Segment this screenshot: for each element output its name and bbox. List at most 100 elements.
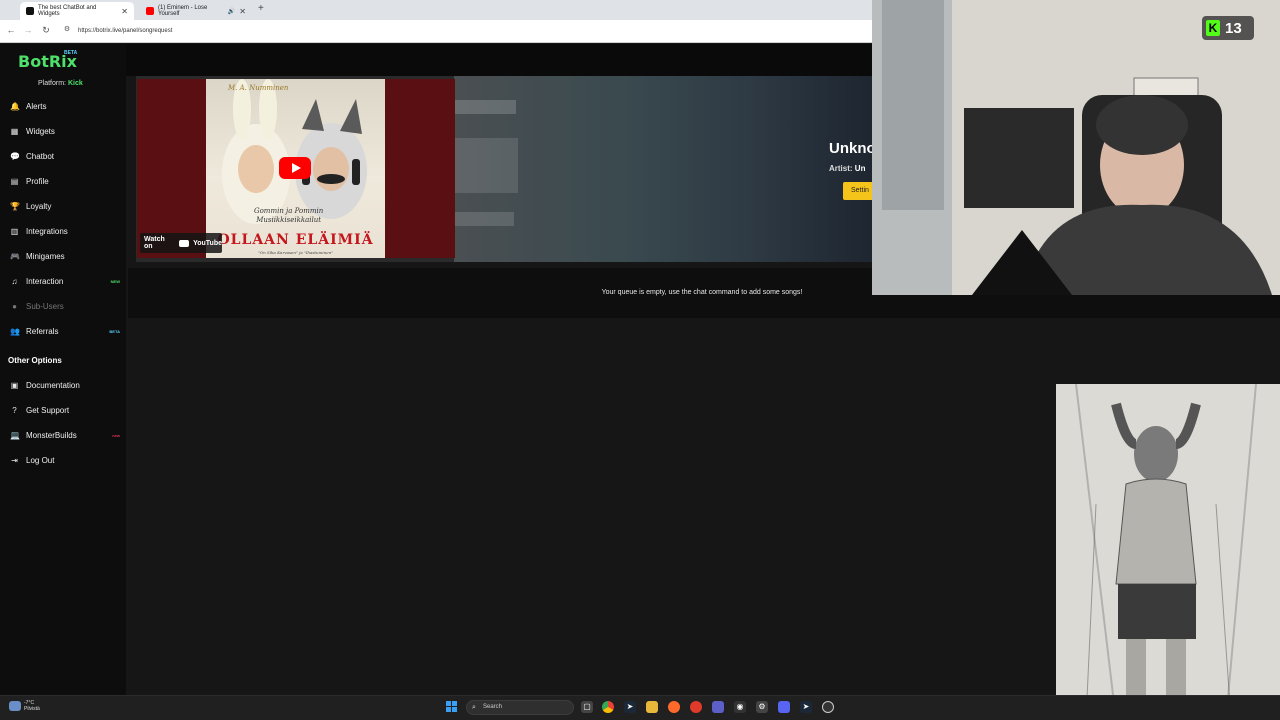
users-icon: 👥 bbox=[10, 326, 20, 336]
url-input[interactable]: https://botrix.live/panel/songrequest bbox=[74, 25, 864, 38]
artist-value: Un bbox=[854, 164, 866, 173]
sidebar-item-label: Alerts bbox=[26, 101, 47, 111]
sidebar-item-referrals[interactable]: 👥 Referrals BETA bbox=[10, 324, 120, 338]
question-icon: ? bbox=[12, 405, 17, 415]
bell-icon: 🔔 bbox=[10, 101, 20, 111]
artist-label: Artist: bbox=[829, 164, 853, 173]
firefox-icon[interactable] bbox=[668, 701, 680, 713]
sidebar-item-integrations[interactable]: ▥ Integrations bbox=[10, 224, 120, 238]
discord-icon[interactable] bbox=[778, 701, 790, 713]
viewer-count: 13 bbox=[1225, 19, 1242, 37]
sidebar-item-monsterbuilds[interactable]: 💻 MonsterBuilds new bbox=[10, 428, 120, 442]
trophy-icon: 🏆 bbox=[10, 201, 20, 211]
sidebar-item-get-support[interactable]: ? Get Support bbox=[10, 403, 120, 417]
youtube-play-icon[interactable] bbox=[279, 157, 311, 179]
brave-icon[interactable] bbox=[690, 701, 702, 713]
logout-icon: ⇥ bbox=[11, 455, 18, 465]
teams-icon[interactable] bbox=[712, 701, 724, 713]
obs-icon[interactable]: ◉ bbox=[734, 701, 746, 713]
pencil-sketch-illustration bbox=[1056, 384, 1280, 720]
gamepad-icon: 🎮 bbox=[10, 251, 20, 261]
album-subtitle-line: Gommin ja Pommin bbox=[254, 207, 324, 215]
taskbar-search-box[interactable]: ⌕ Search bbox=[466, 700, 574, 715]
grid-icon: ▦ bbox=[10, 126, 19, 136]
windows-start-icon[interactable] bbox=[446, 701, 458, 713]
weather-icon[interactable] bbox=[9, 701, 21, 711]
new-tab-icon[interactable]: + bbox=[258, 3, 264, 14]
album-art-blur-background bbox=[454, 76, 872, 262]
settings-gear-icon[interactable]: ⚙ bbox=[756, 701, 768, 713]
browser-tab-youtube[interactable]: (1) Eminem - Lose Yourself 🔊 ✕ bbox=[140, 2, 252, 20]
profile-card-icon: ▤ bbox=[10, 176, 19, 186]
close-icon[interactable]: ✕ bbox=[239, 7, 246, 16]
webcam-feed-image bbox=[872, 0, 1280, 295]
sidebar-item-label: Minigames bbox=[26, 251, 65, 261]
sidebar-item-loyalty[interactable]: 🏆 Loyalty bbox=[10, 199, 120, 213]
sidebar-item-label: Interaction bbox=[26, 276, 64, 286]
chat-icon: 💬 bbox=[10, 151, 20, 161]
reload-icon[interactable]: ↻ bbox=[40, 25, 52, 36]
back-arrow-icon[interactable]: ← bbox=[5, 25, 17, 35]
site-info-icon[interactable]: ⚙ bbox=[61, 25, 73, 33]
steam-secondary-icon[interactable]: ➤ bbox=[800, 701, 812, 713]
app-icon[interactable] bbox=[822, 701, 834, 713]
sidebar-item-label: Chatbot bbox=[26, 151, 55, 161]
weather-widget[interactable]: -7°C Pilvistä bbox=[24, 700, 40, 712]
sidebar-item-sub-users[interactable]: ● Sub-Users bbox=[10, 299, 120, 313]
search-placeholder: Search bbox=[483, 704, 503, 710]
chrome-icon[interactable] bbox=[602, 701, 614, 713]
album-artist-text: M. A. Numminen bbox=[228, 84, 289, 92]
platform-indicator: Platform: Kick bbox=[38, 80, 83, 87]
book-icon: ▣ bbox=[10, 380, 19, 390]
windows-taskbar bbox=[0, 695, 1280, 720]
person-icon: ● bbox=[12, 301, 17, 311]
viewer-count-badge: K 13 bbox=[1202, 16, 1254, 40]
steam-icon[interactable]: ➤ bbox=[624, 701, 636, 713]
folder-icon[interactable] bbox=[646, 701, 658, 713]
sidebar-item-chatbot[interactable]: 💬 Chatbot bbox=[10, 149, 120, 163]
sketch-overlay-image bbox=[1056, 384, 1280, 720]
sidebar-item-widgets[interactable]: ▦ Widgets bbox=[10, 124, 120, 138]
sidebar-item-log-out[interactable]: ⇥ Log Out bbox=[10, 453, 120, 467]
sidebar-badge: new bbox=[112, 432, 120, 438]
watch-on-youtube-button[interactable]: Watch on YouTube bbox=[140, 233, 222, 253]
tab-title: (1) Eminem - Lose Yourself bbox=[158, 5, 208, 17]
weather-description: Pilvistä bbox=[24, 706, 40, 712]
sidebar-item-interaction[interactable]: ♫ Interaction NEW bbox=[10, 274, 121, 288]
tab-title: The best ChatBot and Widgets bbox=[38, 5, 97, 17]
close-icon[interactable]: ✕ bbox=[121, 7, 128, 16]
song-title: Unkno bbox=[829, 140, 876, 157]
beta-badge: BETA bbox=[64, 50, 78, 56]
browser-tab-botrix[interactable]: The best ChatBot and Widgets ✕ bbox=[20, 2, 134, 20]
watch-on-label: Watch on bbox=[144, 236, 165, 250]
sidebar-item-label: Sub-Users bbox=[26, 301, 64, 311]
sidebar-badge: NEW bbox=[110, 278, 120, 284]
sidebar-item-label: Profile bbox=[26, 176, 49, 186]
album-title-text: OLLAAN ELÄIMIÄ bbox=[217, 232, 374, 248]
laptop-icon: 💻 bbox=[10, 430, 20, 440]
sidebar-item-minigames[interactable]: 🎮 Minigames bbox=[10, 249, 120, 263]
layers-icon: ▥ bbox=[10, 226, 19, 236]
platform-value: Kick bbox=[67, 80, 83, 87]
kick-icon: K bbox=[1206, 20, 1220, 36]
search-icon: ⌕ bbox=[472, 704, 476, 711]
sidebar-item-label: Integrations bbox=[26, 226, 68, 236]
album-subtitle: Gommin ja Pommin Musiikkiseikkailut bbox=[254, 207, 323, 225]
task-view-icon[interactable]: ▢ bbox=[581, 701, 593, 713]
album-subtitle-line: Musiikkiseikkailut bbox=[256, 216, 322, 224]
sidebar-item-profile[interactable]: ▤ Profile bbox=[10, 174, 120, 188]
sidebar-item-label: Loyalty bbox=[26, 201, 52, 211]
other-options-heading: Other Options bbox=[8, 356, 62, 365]
youtube-logo-icon bbox=[179, 239, 190, 247]
forward-arrow-icon[interactable]: → bbox=[22, 25, 34, 35]
webcam-overlay bbox=[872, 0, 1280, 295]
song-artist: Artist: Un bbox=[829, 164, 865, 173]
speaker-icon[interactable]: 🔊 bbox=[228, 8, 235, 15]
sidebar bbox=[0, 44, 126, 695]
sidebar-item-label: Documentation bbox=[26, 380, 80, 390]
sidebar-item-documentation[interactable]: ▣ Documentation bbox=[10, 378, 120, 392]
sidebar-item-alerts[interactable]: 🔔 Alerts bbox=[10, 99, 120, 113]
platform-label: Platform: bbox=[38, 80, 67, 87]
botrix-favicon-icon bbox=[26, 7, 34, 15]
sidebar-badge: BETA bbox=[109, 328, 120, 334]
